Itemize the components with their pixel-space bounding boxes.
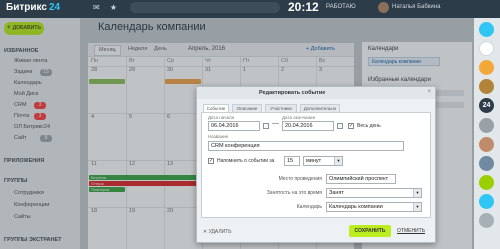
delete-label: УДАЛИТЬ <box>208 229 232 235</box>
chevron-down-icon: ▼ <box>413 203 421 211</box>
logo[interactable]: Битрикс 24 <box>6 2 60 13</box>
settings-icon[interactable] <box>479 213 494 228</box>
calendar-select-value: Календарь компании <box>329 204 383 210</box>
dialog-title[interactable]: Редактировать событие <box>197 87 435 99</box>
event-name-field[interactable]: CRM конференция <box>208 141 404 151</box>
contact-icon[interactable] <box>479 156 494 171</box>
bitrix24-icon[interactable]: 24 <box>479 98 494 113</box>
user-name[interactable]: Наталья Бабкина <box>392 4 440 10</box>
notifications-icon[interactable] <box>479 41 494 56</box>
calendar-icon[interactable] <box>337 123 343 129</box>
save-button[interactable]: СОХРАНИТЬ <box>349 225 391 237</box>
delete-button[interactable]: ✕ УДАЛИТЬ <box>203 229 232 235</box>
contact-icon[interactable] <box>479 137 494 152</box>
chevron-down-icon: ▼ <box>413 189 421 197</box>
remind-checkbox[interactable]: ✓ <box>208 158 214 164</box>
remind-label: Напомнить о событии за <box>217 158 275 164</box>
dialog-body: Дата начала 06.04.2016 — Дата окончания … <box>201 112 431 218</box>
work-status-button[interactable]: РАБОТАЮ <box>326 4 356 10</box>
contact-icon[interactable] <box>479 118 494 133</box>
logo-number: 24 <box>48 2 61 13</box>
event-name-label: Название <box>208 134 229 139</box>
accessibility-value: Занят <box>329 190 344 196</box>
contact-icon[interactable] <box>479 79 494 94</box>
location-field[interactable]: Олимпийский проспект <box>326 174 396 184</box>
top-header: Битрикс 24 ✉ ★ 20:12 РАБОТАЮ Наталья Бабк… <box>0 0 500 18</box>
calendar-label: Календарь <box>296 204 322 210</box>
end-date-label: Дата окончания <box>282 115 316 120</box>
end-date-field[interactable]: 20.04.2016 <box>282 121 334 131</box>
contact-icon[interactable] <box>479 60 494 75</box>
calendar-icon[interactable] <box>263 123 269 129</box>
call-icon[interactable] <box>479 175 494 190</box>
start-date-field[interactable]: 06.04.2016 <box>208 121 260 131</box>
accessibility-select[interactable]: Занят ▼ <box>326 188 422 198</box>
date-range-dash: — <box>272 120 279 127</box>
allday-label: Весь день <box>357 123 381 129</box>
logo-text: Битрикс <box>6 2 47 13</box>
search-input[interactable] <box>130 2 280 13</box>
cancel-button[interactable]: ОТМЕНИТЬ <box>397 228 425 234</box>
clock-time: 20:12 <box>288 0 319 14</box>
remind-unit-select[interactable]: минут ▼ <box>303 156 343 166</box>
chat-icon[interactable] <box>479 22 494 37</box>
remind-unit-value: минут <box>306 158 322 164</box>
accessibility-label: Занятость на это время <box>266 190 322 196</box>
chevron-down-icon: ▼ <box>334 157 342 165</box>
calendar-select[interactable]: Календарь компании ▼ <box>326 202 422 212</box>
search-contacts-icon[interactable] <box>479 194 494 209</box>
header-icons[interactable]: ✉ ★ <box>93 3 121 12</box>
start-date-label: Дата начала <box>208 115 235 120</box>
close-icon[interactable]: × <box>427 89 431 95</box>
edit-event-dialog: Редактировать событие × Событие Описание… <box>196 86 436 243</box>
allday-checkbox[interactable]: ✓ <box>348 123 354 129</box>
right-app-bar: 24 <box>474 18 500 249</box>
location-label: Место проведения <box>278 176 322 182</box>
user-avatar[interactable] <box>378 2 389 13</box>
remind-value-field[interactable]: 15 <box>284 156 300 166</box>
